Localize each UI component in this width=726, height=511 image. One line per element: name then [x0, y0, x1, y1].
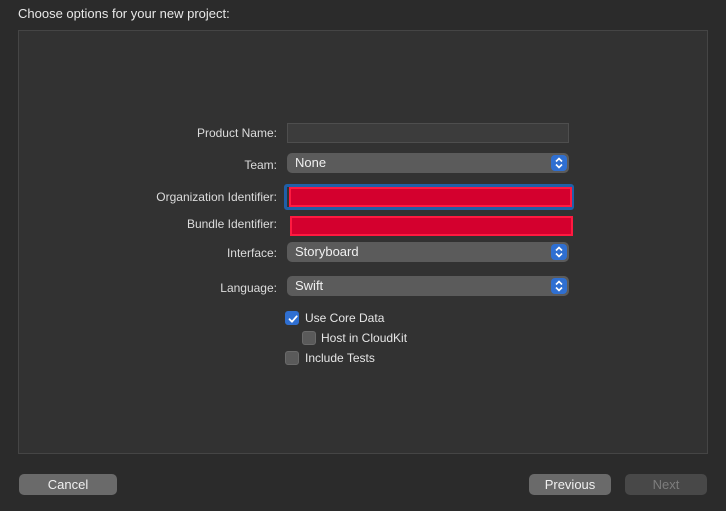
team-selected: None [295, 155, 327, 170]
next-button[interactable]: Next [625, 474, 707, 495]
cancel-button[interactable]: Cancel [19, 474, 117, 495]
product-name-field[interactable] [287, 123, 569, 143]
popup-stepper-icon [551, 244, 567, 260]
dialog-title: Choose options for your new project: [18, 6, 230, 21]
popup-stepper-icon [551, 155, 567, 171]
host-in-cloudkit-checkbox[interactable] [302, 331, 316, 345]
include-tests-label: Include Tests [305, 351, 375, 365]
interface-popup[interactable]: Storyboard [287, 242, 569, 262]
bundle-identifier-field-redacted [290, 216, 573, 236]
organization-identifier-label: Organization Identifier: [156, 190, 277, 204]
popup-stepper-icon [551, 278, 567, 294]
language-label: Language: [220, 281, 277, 295]
use-core-data-checkbox[interactable] [285, 311, 299, 325]
use-core-data-label: Use Core Data [305, 311, 385, 325]
bundle-identifier-label: Bundle Identifier: [186, 217, 277, 231]
team-popup[interactable]: None [287, 153, 569, 173]
previous-button[interactable]: Previous [529, 474, 611, 495]
product-name-label: Product Name: [196, 126, 277, 140]
host-in-cloudkit-label: Host in CloudKit [321, 331, 408, 345]
language-popup[interactable]: Swift [287, 276, 569, 296]
team-label: Team: [244, 158, 277, 172]
language-selected: Swift [295, 278, 324, 293]
interface-label: Interface: [226, 246, 277, 260]
interface-selected: Storyboard [295, 244, 359, 259]
organization-identifier-field-redacted[interactable] [289, 187, 572, 207]
include-tests-checkbox[interactable] [285, 351, 299, 365]
checkmark-icon [288, 315, 298, 323]
